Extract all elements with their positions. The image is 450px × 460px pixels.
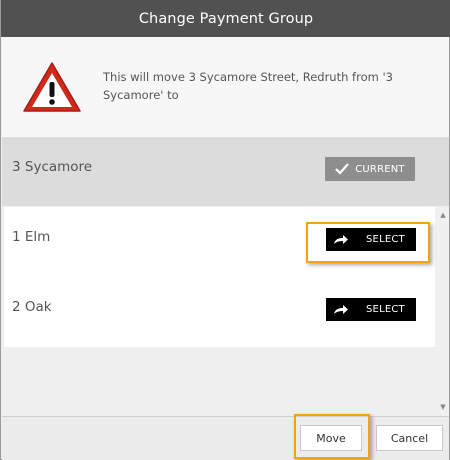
select-oak-label: SELECT [366,304,405,315]
warning-icon [21,60,83,114]
select-elm-highlight [306,222,430,263]
arrow-forward-icon [334,305,348,314]
option-name-elm: 1 Elm [12,229,51,245]
change-payment-group-dialog: Change Payment Group This will move 3 Sy… [0,0,450,460]
move-button-highlight [294,414,370,459]
scroll-up-arrow-icon[interactable]: ▲ [439,211,447,219]
check-icon [335,163,350,175]
scrollbar[interactable] [437,207,449,416]
move-message: This will move 3 Sycamore Street, Redrut… [103,70,393,102]
current-button: CURRENT [325,157,415,181]
select-oak-button[interactable]: SELECT [326,298,416,321]
dialog-title: Change Payment Group [138,10,314,27]
cancel-button[interactable]: Cancel [376,425,443,451]
dialog-titlebar: Change Payment Group [1,0,450,37]
current-group-name: 3 Sycamore [12,159,93,175]
option-name-oak: 2 Oak [12,299,52,315]
scroll-down-arrow-icon[interactable]: ▼ [439,403,447,411]
current-button-label: CURRENT [355,163,405,175]
